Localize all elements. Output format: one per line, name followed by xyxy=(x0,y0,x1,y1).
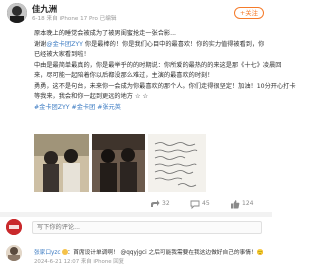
post-body: 原本晚上的睡觉会被成为了被男闺蜜抢走一张合影... 谢谢@金卡团ZYY 你是最棒的… xyxy=(34,29,296,114)
comment-text: ：首席设计单调啊！ @qqyjgci 之后可能我需要在我这边做好自己的事情！🙂 xyxy=(67,250,264,256)
comment-item: 张家口yzc ：首席设计单调啊！ @qqyjgci 之后可能我需要在我这边做好自己… xyxy=(0,242,272,270)
photo-3-image xyxy=(148,134,206,192)
post-text: 原本晚上的睡觉会被成为了被男闺蜜抢走一张合影... xyxy=(34,30,177,37)
post-body-line: 勇勇，这不是句台，未来你一会成为你最喜欢的那个人。你们走得很坚定！加油！10分开… xyxy=(34,82,296,93)
post-body-line: #金卡团ZYY #金卡团 #张元英 xyxy=(34,103,265,114)
post-text: 你是最棒的！你是我们心目中的最喜欢！你的实力值得被看到，你 xyxy=(82,40,265,48)
current-user-avatar-image xyxy=(6,219,22,235)
post-text: 等我来，我会和你一起到更远的地方 ☆ ☆ xyxy=(34,93,149,100)
follow-button[interactable]: +关注 xyxy=(234,7,264,19)
mention-link[interactable]: @金卡团ZYY xyxy=(46,41,83,48)
commenter-avatar-image xyxy=(6,245,22,261)
author-avatar[interactable] xyxy=(7,3,27,23)
commenter-avatar[interactable] xyxy=(6,245,22,261)
post-body-line: 谢谢@金卡团ZYY 你是最棒的！你是我们心目中的最喜欢！你的实力值得被看到，你 xyxy=(34,40,265,51)
post-meta: 6-18 来自 iPhone 17 Pro 已编辑 xyxy=(32,16,117,22)
post-text: 已经被大家看到啦！ xyxy=(34,51,90,58)
current-user-avatar xyxy=(6,219,22,235)
post-body-line: 来，尽可能一起陪着你以后都没那么难过，主演的最喜欢的时刻！ xyxy=(34,71,265,82)
hashtag-link[interactable]: #金卡团ZYY #金卡团 xyxy=(34,104,97,111)
photo-3[interactable] xyxy=(148,134,206,192)
like-button[interactable]: 124 xyxy=(230,198,264,210)
author-avatar-image xyxy=(7,3,27,23)
comment-meta: 2024-6-21 12:07 来自 iPhone 回复 xyxy=(34,259,125,265)
post-body-line: 等我来，我会和你一起到更远的地方 ☆ ☆ xyxy=(34,92,265,103)
photo-2-image xyxy=(92,134,145,192)
commenter-name[interactable]: 张家口yzc xyxy=(34,250,61,256)
like-icon xyxy=(231,200,240,209)
section-divider xyxy=(0,212,272,217)
post-body-line: 原本晚上的睡觉会被成为了被男闺蜜抢走一张合影... xyxy=(34,29,265,40)
post-text: 勇勇，这不是句台，未来你一会成为你最喜欢的那个人。你们走得很坚定！加油！10分开… xyxy=(34,82,296,90)
photo-1-image xyxy=(34,134,89,192)
share-icon xyxy=(151,200,160,207)
photo-1[interactable] xyxy=(34,134,89,192)
comment-count: 45 xyxy=(202,200,210,207)
comment-input[interactable] xyxy=(32,221,262,234)
comment-button[interactable]: 45 xyxy=(190,198,224,210)
like-count: 124 xyxy=(242,200,254,207)
post-text: 谢谢 xyxy=(34,40,47,48)
hashtag-link[interactable]: #张元英 xyxy=(97,104,121,111)
photo-2[interactable] xyxy=(92,134,145,192)
comment-icon xyxy=(190,200,200,209)
post-body-line: 已经被大家看到啦！ xyxy=(34,50,265,61)
post-body-line: 中由是最简单最真的，你是最举乎的的时期说：你所爱的最热的的来这是那《十七》凌晨回 xyxy=(34,61,282,72)
share-count: 32 xyxy=(162,200,170,207)
post-header: 佳九洲 6-18 来自 iPhone 17 Pro 已编辑 +关注 xyxy=(0,0,272,27)
post-text: 来，尽可能一起陪着你以后都没那么难过，主演的最喜欢的时刻！ xyxy=(34,72,214,79)
comment-input-row xyxy=(0,218,272,238)
share-button[interactable]: 32 xyxy=(150,198,184,210)
post-text: 中由是最简单最真的，你是最举乎的的时期说：你所爱的最热的的来这是那《十七》凌晨回 xyxy=(34,61,282,69)
comment-line: 张家口yzc ：首席设计单调啊！ @qqyjgci 之后可能我需要在我这边做好自己… xyxy=(34,247,264,256)
action-bar: 32 45 124 xyxy=(150,198,266,210)
weibo-post-page: 佳九洲 6-18 来自 iPhone 17 Pro 已编辑 +关注 原本晚上的睡… xyxy=(0,0,296,270)
